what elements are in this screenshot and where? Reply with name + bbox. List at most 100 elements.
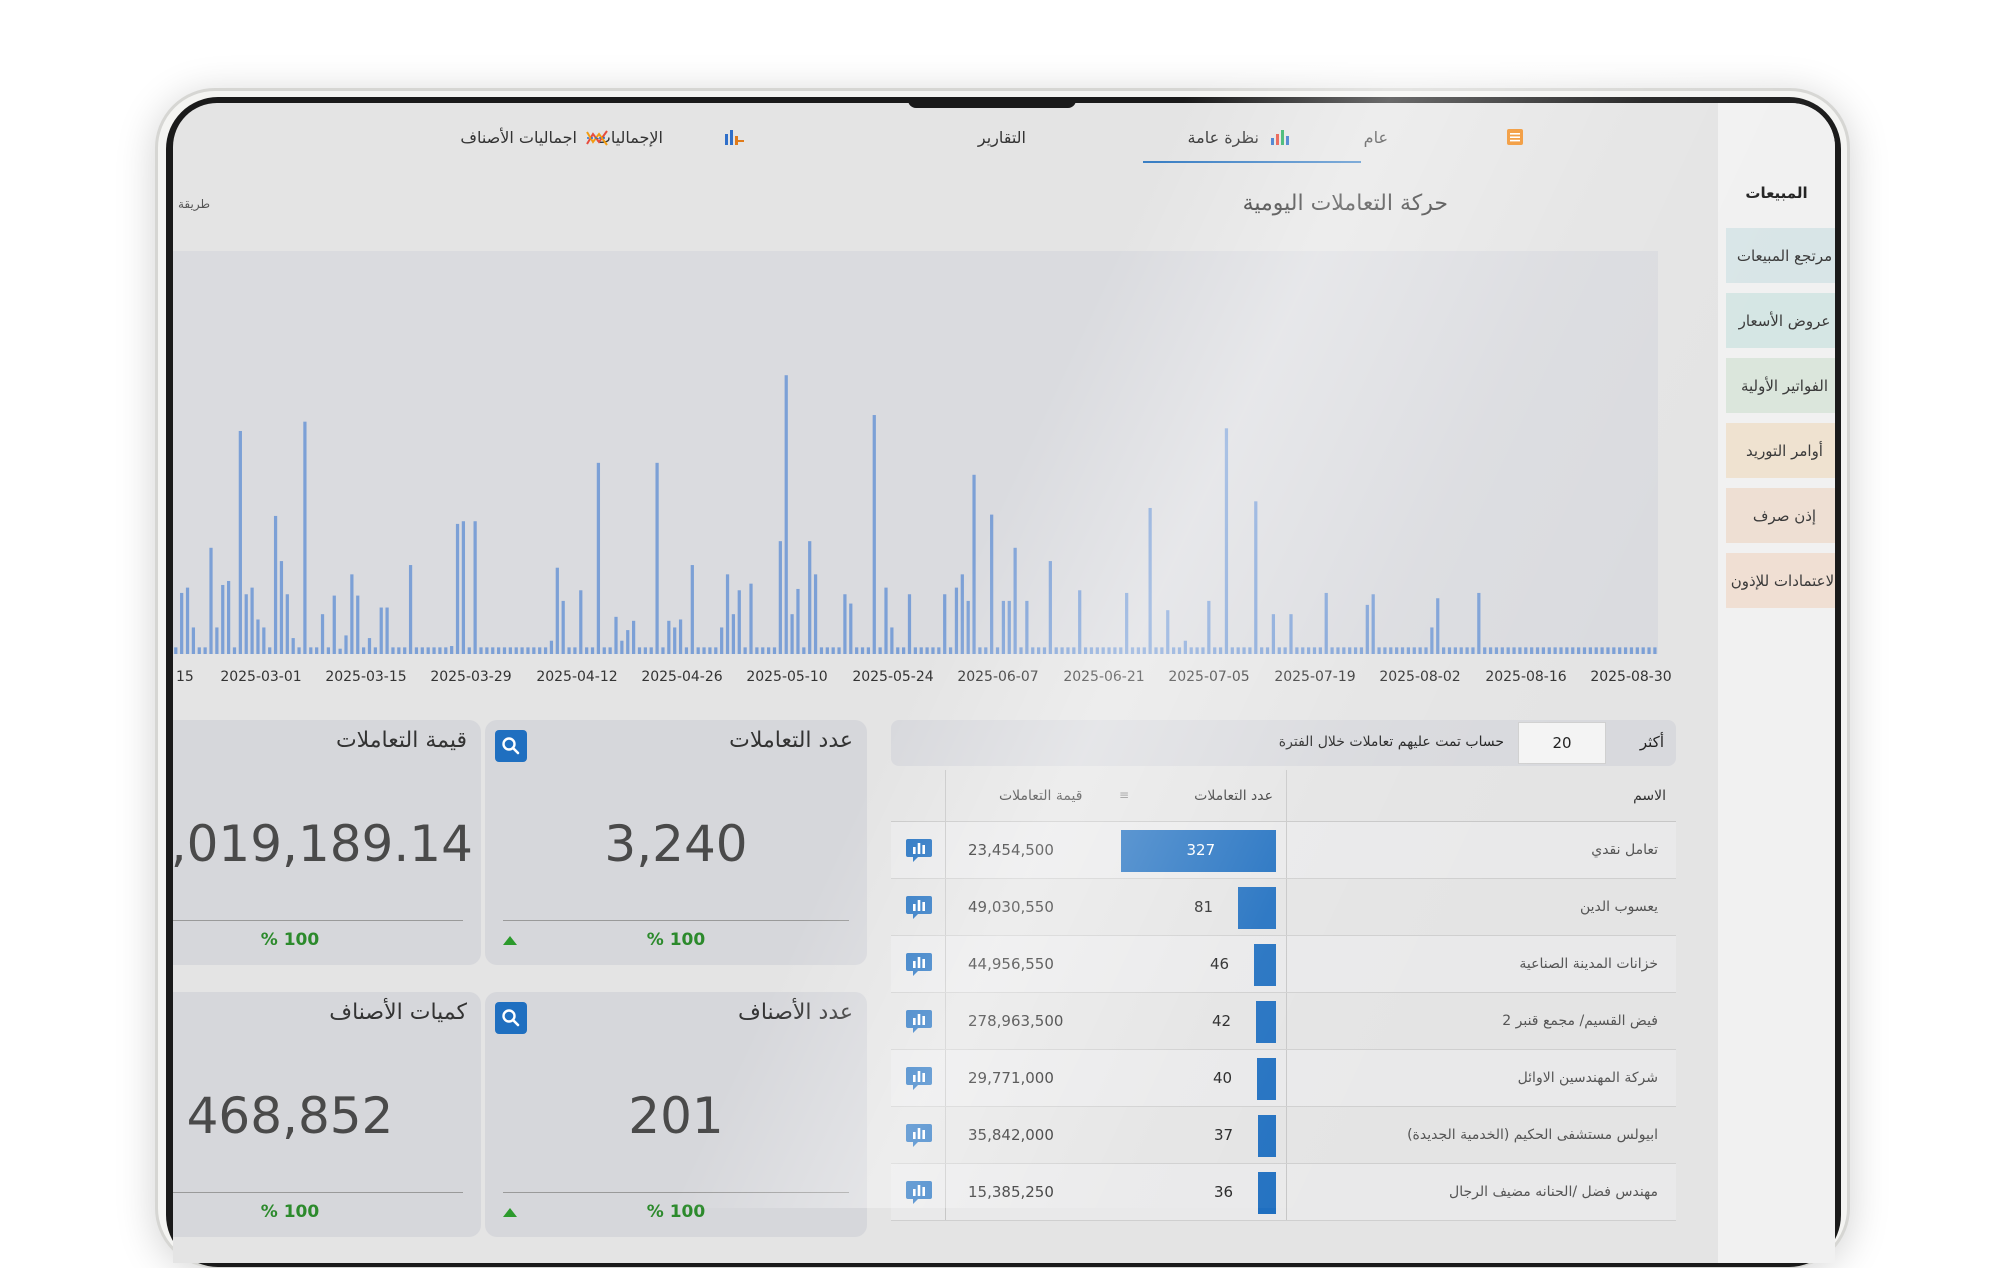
chart-bar (526, 647, 530, 654)
x-tick-label: 2025-07-05 (1168, 669, 1249, 685)
chart-bar (1653, 647, 1657, 654)
column-header-name[interactable]: الاسم (1633, 788, 1666, 804)
table-body: تعامل نقدي 327 23,454,500 يعسوب الدين 81 49,0… (891, 822, 1676, 1221)
table-row[interactable]: مهندس فضل /الحنانه مضيف الرجال 36 15,385,2… (891, 1164, 1676, 1221)
row-name: ابيولس مستشفى الحكيم (الخدمية الجديدة) (1407, 1127, 1658, 1143)
chart-bar (1483, 647, 1487, 654)
table-row[interactable]: يعسوب الدين 81 49,030,550 (891, 879, 1676, 936)
chart-bar (1383, 647, 1387, 654)
chart-bar (1406, 647, 1411, 654)
x-tick-label: 2025-08-02 (1379, 669, 1460, 685)
column-header-count[interactable]: عدد التعاملات (1194, 788, 1273, 804)
sidebar-item-quotations[interactable]: عروض الأسعار (1726, 293, 1835, 348)
divider (1286, 822, 1287, 878)
divider (945, 1050, 946, 1106)
bar-chart-icon (1269, 128, 1291, 146)
chart-bar (1113, 647, 1117, 654)
chart-bar (943, 594, 947, 654)
chart-bar (1547, 647, 1551, 654)
chart-bar (714, 647, 718, 654)
sidebar-item-permit-approvals[interactable]: الاعتمادات للإذون (1726, 553, 1835, 608)
row-count: 42 (1212, 1012, 1232, 1030)
chart-bar (1136, 647, 1141, 654)
chart-bar (473, 521, 477, 654)
row-count: 36 (1214, 1183, 1234, 1201)
sidebar-item-supply-orders[interactable]: أوامر التوريد (1726, 423, 1835, 478)
chart-bar (1324, 592, 1328, 654)
search-button[interactable] (495, 1002, 527, 1034)
table-row[interactable]: ابيولس مستشفى الحكيم (الخدمية الجديدة) 37… (891, 1107, 1676, 1164)
chart-bar (778, 541, 782, 654)
chart-bar (1436, 598, 1440, 654)
table-header: الاسم عدد التعاملات ≡ قيمة التعاملات (891, 770, 1676, 822)
sidebar-item-label: الفواتير الأولية (1740, 376, 1829, 395)
sidebar-item-issue-permit[interactable]: إذن صرف (1726, 488, 1835, 543)
tab-overview[interactable]: نظرة عامة (1142, 121, 1362, 163)
tab-general[interactable]: عام (1364, 121, 1525, 153)
row-count: 327 (1186, 841, 1216, 859)
chart-bar (1301, 647, 1305, 654)
sort-icon[interactable]: ≡ (1119, 788, 1129, 802)
tab-reports[interactable]: التقارير (978, 121, 1026, 153)
chart-bar (1183, 640, 1187, 654)
chart-bar (1248, 647, 1252, 654)
sidebar-item-proforma-invoices[interactable]: الفواتير الأولية (1726, 358, 1835, 413)
chart-bar (1242, 647, 1246, 654)
chart-bar (497, 647, 501, 654)
row-name: فيض القسيم/ مجمع قنبر 2 (1502, 1013, 1658, 1029)
chart-bar (567, 647, 571, 654)
row-chart-icon[interactable] (905, 1121, 933, 1149)
table-row[interactable]: خزانات المدينة الصناعية 46 44,956,550 (891, 936, 1676, 993)
chart-bar (197, 647, 201, 654)
row-chart-icon[interactable] (905, 950, 933, 978)
chart-bar (420, 647, 424, 654)
row-chart-icon[interactable] (905, 1178, 933, 1206)
x-tick-label: 2025-08-16 (1485, 669, 1566, 685)
chart-bar (772, 647, 777, 654)
table-row[interactable]: فيض القسيم/ مجمع قنبر 2 42 278,963,500 (891, 993, 1676, 1050)
chart-bar (667, 620, 671, 654)
chart-bar (813, 574, 818, 654)
chart-bar (690, 565, 694, 654)
row-chart-icon[interactable] (905, 836, 933, 864)
chart-bar (907, 594, 912, 654)
chart-bar (1424, 647, 1428, 654)
search-button[interactable] (495, 730, 527, 762)
chart-bar (608, 647, 612, 654)
chart-bar (1418, 647, 1422, 654)
chart-bar (872, 415, 876, 654)
chart-bar (1377, 647, 1381, 654)
tab-item-totals[interactable]: اجماليات الأصناف (460, 121, 609, 153)
chart-bar (972, 474, 976, 654)
row-chart-icon[interactable] (905, 1064, 933, 1092)
row-chart-icon[interactable] (905, 1007, 933, 1035)
table-filter-bar: أكثر 20 حساب تمت عليهم تعاملات خلال الفت… (891, 720, 1676, 766)
card-items-quantity: كميات الأصناف 468,852 % 100 (173, 992, 481, 1237)
sidebar-item-sales-returns[interactable]: مرتجع المبيعات (1726, 228, 1835, 283)
chart-bar (1260, 647, 1264, 654)
column-header-value[interactable]: قيمة التعاملات (999, 788, 1082, 804)
chart-bar (602, 647, 606, 654)
card-items-count: عدد الأصناف 201 % 100 (485, 992, 867, 1237)
sidebar: المبيعات مرتجع المبيعات عروض الأسعار الف… (1718, 103, 1835, 1263)
chart-bar (896, 647, 900, 654)
chart-bar (749, 583, 753, 654)
chart-bar (1318, 647, 1322, 654)
tab-totals[interactable]: الإجماليات (596, 121, 745, 153)
card-percent: % 100 (260, 930, 320, 950)
chart-bar (1395, 647, 1399, 654)
chart-bar (1535, 647, 1540, 654)
chart-bar (1612, 647, 1616, 654)
table-row[interactable]: تعامل نقدي 327 23,454,500 (891, 822, 1676, 879)
chart-bar (1588, 647, 1592, 654)
chart-bar (1412, 647, 1416, 654)
chart-method-link[interactable]: طريقة (178, 197, 210, 211)
table-row[interactable]: شركة المهندسين الاوائل 40 29,771,000 (891, 1050, 1676, 1107)
top-count-input[interactable]: 20 (1518, 722, 1606, 764)
chart-bar (1195, 647, 1199, 654)
chart-bar (315, 647, 319, 654)
row-chart-icon[interactable] (905, 893, 933, 921)
chart-bar (1007, 600, 1011, 654)
divider (1286, 1107, 1287, 1163)
chart-bar (819, 647, 824, 654)
